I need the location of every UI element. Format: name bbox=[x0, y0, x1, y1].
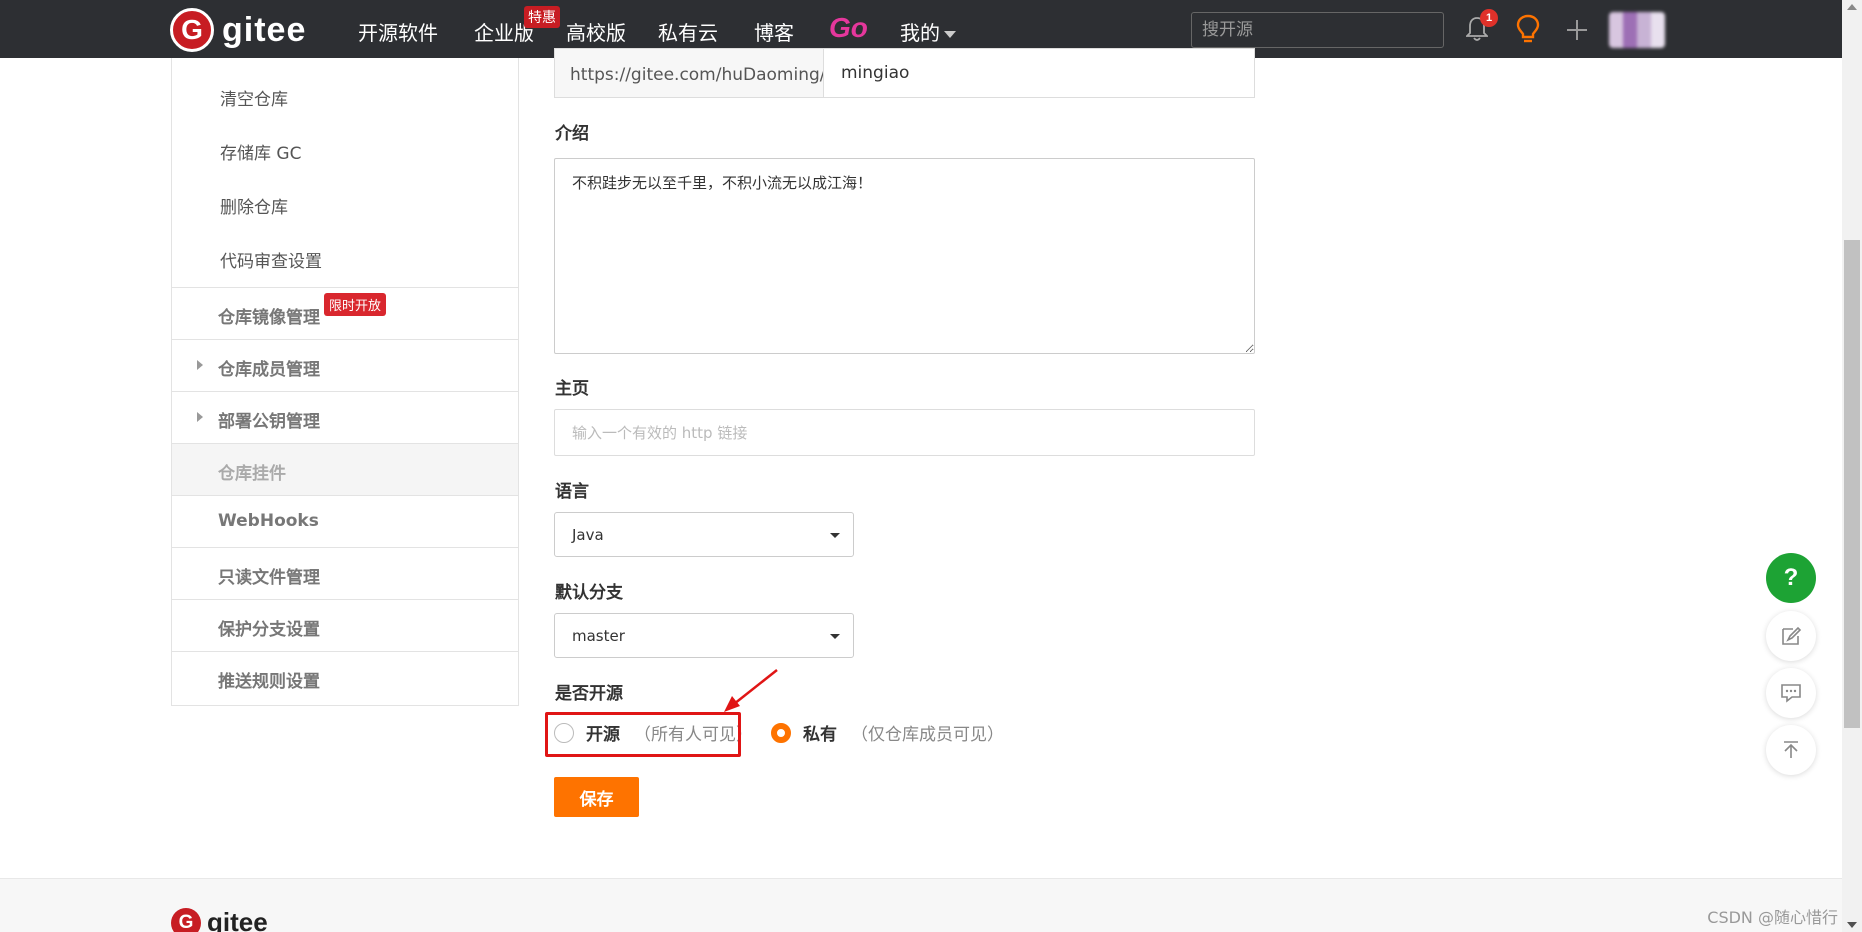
help-button[interactable]: ? bbox=[1766, 553, 1816, 603]
footer-logo[interactable]: G gitee bbox=[171, 907, 268, 932]
path-prefix: https://gitee.com/huDaoming/ bbox=[554, 48, 826, 98]
csdn-watermark: CSDN @随心惜行 bbox=[1707, 908, 1838, 927]
language-selected-value: Java bbox=[572, 526, 604, 544]
scroll-up-arrow-icon[interactable] bbox=[1847, 4, 1857, 10]
caret-down-icon bbox=[944, 31, 956, 38]
private-hint: （仅仓库成员可见） bbox=[851, 725, 1004, 745]
language-label: 语言 bbox=[555, 482, 589, 502]
sidebar-item-label: 只读文件管理 bbox=[218, 568, 320, 588]
sidebar-item-widgets[interactable]: 仓库挂件 bbox=[172, 443, 518, 495]
search-input[interactable] bbox=[1191, 12, 1444, 48]
sidebar-item-clear-repo[interactable]: 清空仓库 bbox=[220, 85, 288, 110]
sidebar-item-deploy-keys[interactable]: 部署公钥管理 bbox=[172, 391, 518, 443]
repo-path-input[interactable] bbox=[823, 48, 1255, 98]
chat-icon bbox=[1781, 684, 1801, 703]
settings-sidebar: 清空仓库 存储库 GC 删除仓库 代码审查设置 仓库镜像管理 限时开放 仓库成员… bbox=[171, 58, 519, 706]
caret-right-icon bbox=[197, 412, 203, 422]
sidebar-item-label: WebHooks bbox=[218, 511, 319, 531]
annotation-highlight-box bbox=[545, 712, 741, 757]
sidebar-item-readonly-files[interactable]: 只读文件管理 bbox=[172, 547, 518, 599]
sidebar-item-label: 仓库挂件 bbox=[218, 464, 286, 484]
default-branch-select[interactable]: master bbox=[554, 613, 854, 658]
arrow-up-icon bbox=[1784, 741, 1798, 758]
branch-selected-value: master bbox=[572, 627, 625, 645]
notification-count-badge: 1 bbox=[1480, 9, 1498, 27]
radio-private[interactable] bbox=[771, 722, 791, 743]
footer: G gitee bbox=[0, 878, 1842, 932]
visibility-private-option[interactable]: 私有 （仅仓库成员可见） bbox=[771, 720, 1004, 745]
nav-education[interactable]: 高校版 bbox=[566, 17, 626, 46]
footer-logo-text: gitee bbox=[207, 907, 268, 932]
edit-icon bbox=[1782, 626, 1802, 645]
lightbulb-icon[interactable] bbox=[1515, 14, 1541, 44]
annotation-arrow-icon bbox=[724, 669, 778, 712]
visibility-label: 是否开源 bbox=[555, 684, 623, 704]
enterprise-promo-badge: 特惠 bbox=[524, 6, 560, 28]
gitee-logo-icon: G bbox=[171, 907, 201, 932]
sidebar-item-members[interactable]: 仓库成员管理 bbox=[172, 339, 518, 391]
gitee-logo-text: gitee bbox=[222, 10, 307, 49]
save-button[interactable]: 保存 bbox=[554, 777, 639, 817]
sidebar-item-mirror[interactable]: 仓库镜像管理 限时开放 bbox=[172, 287, 518, 339]
sidebar-item-label: 推送规则设置 bbox=[218, 672, 320, 692]
dropdown-arrow-icon bbox=[830, 634, 840, 639]
limited-time-badge: 限时开放 bbox=[324, 293, 387, 316]
homepage-input[interactable] bbox=[554, 409, 1255, 456]
scroll-down-arrow-icon[interactable] bbox=[1847, 922, 1857, 928]
description-textarea[interactable]: 不积跬步无以至千里，不积小流无以成江海！ bbox=[554, 158, 1255, 354]
gitee-logo-icon: G bbox=[170, 8, 214, 52]
sidebar-item-delete-repo[interactable]: 删除仓库 bbox=[220, 193, 288, 218]
nav-private-cloud[interactable]: 私有云 bbox=[658, 17, 718, 46]
caret-right-icon bbox=[197, 360, 203, 370]
vertical-scrollbar[interactable] bbox=[1842, 0, 1862, 932]
nav-go[interactable]: Go bbox=[829, 12, 868, 44]
user-avatar[interactable] bbox=[1609, 12, 1665, 48]
sidebar-item-label: 部署公钥管理 bbox=[218, 412, 320, 432]
nav-blog[interactable]: 博客 bbox=[754, 17, 794, 46]
nav-mine-label: 我的 bbox=[900, 21, 940, 45]
sidebar-item-label: 仓库镜像管理 bbox=[218, 308, 320, 328]
sidebar-item-code-review[interactable]: 代码审查设置 bbox=[220, 247, 322, 272]
scrollbar-thumb[interactable] bbox=[1844, 240, 1860, 728]
description-label: 介绍 bbox=[555, 124, 589, 144]
default-branch-label: 默认分支 bbox=[555, 583, 623, 603]
feedback-button[interactable] bbox=[1766, 611, 1816, 661]
dropdown-arrow-icon bbox=[830, 533, 840, 538]
gitee-logo[interactable]: G gitee bbox=[170, 8, 306, 52]
sidebar-item-protected-branches[interactable]: 保护分支设置 bbox=[172, 599, 518, 651]
sidebar-item-label: 仓库成员管理 bbox=[218, 360, 320, 380]
private-label: 私有 bbox=[803, 725, 837, 745]
nav-open-source[interactable]: 开源软件 bbox=[358, 17, 438, 46]
comment-button[interactable] bbox=[1766, 668, 1816, 718]
homepage-label: 主页 bbox=[555, 379, 589, 399]
sidebar-item-repo-gc[interactable]: 存储库 GC bbox=[220, 139, 301, 164]
sidebar-item-push-rules[interactable]: 推送规则设置 bbox=[172, 651, 518, 703]
language-select[interactable]: Java bbox=[554, 512, 854, 557]
nav-mine-menu[interactable]: 我的 bbox=[900, 17, 956, 46]
sidebar-item-webhooks[interactable]: WebHooks bbox=[172, 495, 518, 547]
sidebar-item-label: 保护分支设置 bbox=[218, 620, 320, 640]
plus-icon[interactable] bbox=[1565, 18, 1589, 42]
back-to-top-button[interactable] bbox=[1766, 725, 1816, 775]
